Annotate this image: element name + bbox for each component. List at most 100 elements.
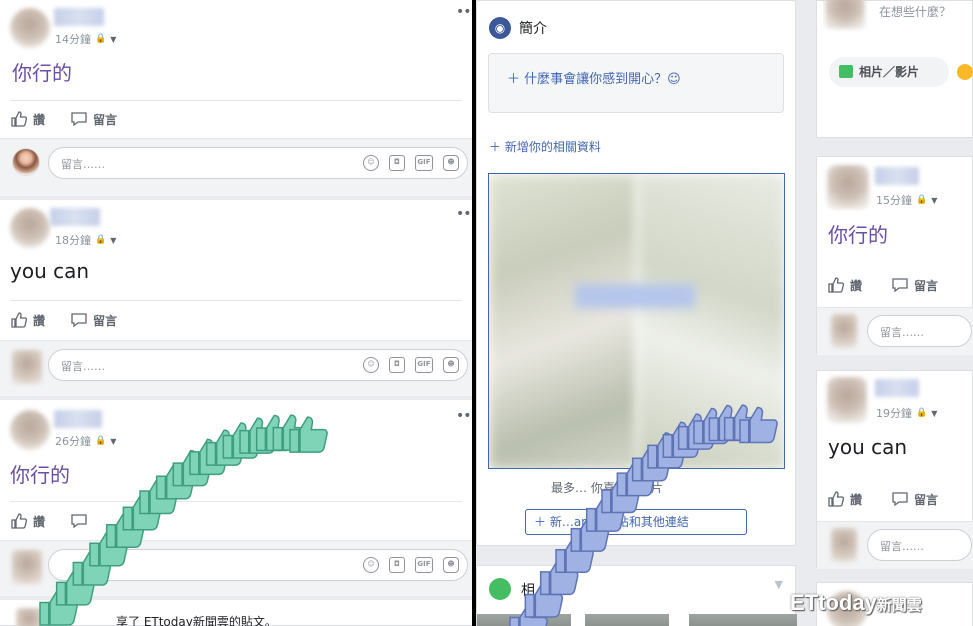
composer[interactable]: 在想些什麼？ 相片／影片 [816, 0, 973, 138]
chevron-down-icon[interactable]: ▼ [775, 578, 783, 591]
comment-placeholder: 留言…… [880, 326, 924, 339]
post-meta: 18分鐘 🔒 ▼ [55, 232, 116, 248]
thumbs-up-icon [828, 491, 845, 507]
post-text: 你行的 [828, 223, 888, 247]
sharer-avatar[interactable] [16, 608, 42, 626]
sticker-icon[interactable]: ☻ [443, 557, 459, 573]
author-name[interactable] [54, 8, 104, 26]
viewer-avatar[interactable] [12, 550, 42, 584]
privacy-caret-icon[interactable]: ▼ [110, 236, 116, 245]
emoji-icon[interactable]: ☺ [363, 155, 379, 171]
privacy-caret-icon[interactable]: ▼ [110, 437, 116, 446]
like-button[interactable]: 讚 [827, 276, 862, 294]
photo-icon [839, 65, 853, 78]
like-button[interactable]: 讚 [10, 512, 45, 530]
comment-input[interactable]: 留言…… [867, 315, 972, 347]
watermark-suffix: 新聞雲 [876, 597, 922, 614]
comment-input[interactable]: 留言…… ☺ ◘ GIF ☻ [48, 147, 468, 179]
right-feed: 在想些什麼？ 相片／影片 15分鐘 🔒 ▼ 你行的 讚 留言 留言…… 19分鐘… [814, 0, 973, 626]
post-time[interactable]: 26分鐘 [55, 433, 91, 449]
author-name[interactable] [875, 167, 919, 185]
viewer-avatar[interactable] [12, 350, 42, 384]
comment-button[interactable] [70, 512, 88, 530]
comment-tools: ☺ ◘ GIF ☻ [363, 557, 459, 573]
camera-icon[interactable]: ◘ [389, 557, 405, 573]
author-name[interactable] [54, 410, 102, 428]
lock-icon: 🔒 [95, 235, 107, 245]
happy-prompt-box[interactable]: ＋ 什麼事會讓你感到開心？☺ [488, 53, 784, 113]
emoji-icon[interactable]: ☺ [363, 357, 379, 373]
post-time[interactable]: 18分鐘 [55, 232, 91, 248]
post-time[interactable]: 14分鐘 [55, 31, 91, 47]
author-avatar[interactable] [10, 208, 50, 248]
thumbs-up-icon [11, 312, 28, 328]
like-button[interactable]: 讚 [10, 311, 45, 329]
divider [10, 300, 462, 301]
comment-label: 留言 [914, 492, 939, 507]
emoji-icon[interactable]: ☺ [363, 557, 379, 573]
happy-prompt-link[interactable]: ＋ 什麼事會讓你感到開心？☺ [507, 68, 681, 87]
more-options-icon[interactable]: ••• [456, 4, 472, 20]
post-card: 26分鐘 🔒 ▼ ••• 你行的 讚 ☺ ◘ GIF [0, 400, 472, 596]
author-name[interactable] [50, 208, 100, 226]
gif-icon[interactable]: GIF [415, 557, 433, 573]
privacy-caret-icon[interactable]: ▼ [931, 409, 937, 418]
viewer-avatar[interactable] [831, 314, 857, 348]
photo-thumbnail[interactable] [585, 614, 669, 626]
comment-button[interactable]: 留言 [70, 311, 117, 329]
author-name[interactable] [875, 379, 919, 397]
composer-placeholder[interactable]: 在想些什麼？ [879, 3, 951, 20]
divider [10, 100, 462, 101]
comment-button[interactable]: 留言 [891, 490, 938, 508]
comment-button[interactable]: 留言 [70, 110, 117, 128]
like-label: 讚 [850, 492, 863, 507]
post-meta: 15分鐘 🔒 ▼ [876, 192, 937, 208]
sticker-icon[interactable]: ☻ [443, 155, 459, 171]
featured-photos[interactable] [488, 173, 785, 469]
photo-video-button[interactable]: 相片／影片 [829, 57, 949, 87]
viewer-avatar[interactable] [831, 528, 857, 562]
add-links-text: 新…am、網站和其他連結 [549, 515, 689, 529]
camera-icon[interactable]: ◘ [389, 357, 405, 373]
comment-area: 留言…… ☺ ◘ GIF ☻ [0, 138, 472, 196]
author-avatar[interactable] [827, 377, 867, 423]
gif-icon[interactable]: GIF [415, 155, 433, 171]
add-links-button[interactable]: ＋ 新…am、網站和其他連結 [525, 509, 747, 535]
comment-input[interactable]: 留言…… [867, 529, 972, 561]
post-text: you can [828, 435, 908, 459]
privacy-caret-icon[interactable]: ▼ [931, 196, 937, 205]
comment-placeholder: 留言…… [880, 540, 924, 553]
author-avatar[interactable] [10, 410, 50, 450]
privacy-caret-icon[interactable]: ▼ [110, 35, 116, 44]
post-card: 15分鐘 🔒 ▼ 你行的 讚 留言 留言…… [816, 156, 973, 355]
more-options-icon[interactable]: ••• [456, 408, 472, 424]
comment-label: 留言 [914, 278, 939, 293]
like-label: 讚 [33, 514, 46, 529]
like-label: 讚 [850, 278, 863, 293]
post-time[interactable]: 15分鐘 [876, 192, 912, 208]
like-button[interactable]: 讚 [10, 110, 45, 128]
camera-icon[interactable]: ◘ [389, 155, 405, 171]
post-time[interactable]: 19分鐘 [876, 405, 912, 421]
sticker-icon[interactable]: ☻ [443, 357, 459, 373]
speech-bubble-icon [892, 492, 908, 507]
divider [10, 501, 462, 502]
viewer-avatar[interactable] [12, 148, 40, 176]
add-info-link[interactable]: ＋ 新增你的相關資料 [489, 138, 601, 155]
photos-title[interactable]: 相 [521, 580, 535, 600]
watermark-brand: ETtoday [790, 590, 877, 615]
photo-thumbnail[interactable] [689, 614, 797, 626]
comment-area: 留言…… ☺ ◘ GIF ☻ [0, 340, 472, 396]
photo-thumbnail[interactable] [477, 614, 571, 626]
like-button[interactable]: 讚 [827, 490, 862, 508]
author-avatar[interactable] [827, 165, 869, 209]
comment-input[interactable]: ☺ ◘ GIF ☻ [48, 549, 468, 581]
gif-icon[interactable]: GIF [415, 357, 433, 373]
featured-photos-hint: 最多… 你喜愛的相片 [551, 481, 663, 495]
comment-input[interactable]: 留言…… ☺ ◘ GIF ☻ [48, 349, 468, 381]
comment-button[interactable]: 留言 [891, 276, 938, 294]
author-avatar[interactable] [10, 8, 50, 48]
intro-title: 簡介 [519, 21, 547, 37]
more-options-icon[interactable]: ••• [456, 206, 472, 222]
feeling-icon[interactable] [957, 64, 973, 80]
